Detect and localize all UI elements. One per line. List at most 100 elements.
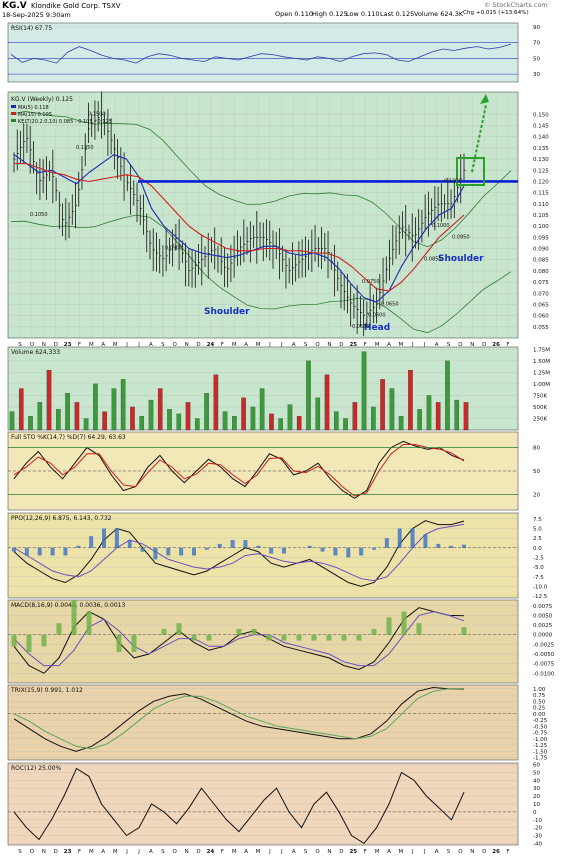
bottom-x-tick-label: A	[387, 849, 391, 855]
macd-tick-label: -0.0050	[533, 652, 555, 658]
bottom-x-tick-label: A	[292, 849, 296, 855]
price-data-label: 0.0650	[381, 301, 399, 307]
price-tick-label: 0.130	[533, 157, 549, 163]
ppo-tick-label: -7.5	[533, 575, 544, 581]
price-legend-label: MA(15) 0.105	[18, 112, 52, 118]
roc-tick-label: 10	[533, 802, 540, 808]
volume-bar	[389, 388, 395, 431]
volume-tick-label: 1.00M	[533, 382, 550, 388]
ppo-histogram-bar	[346, 547, 351, 558]
roc-tick-label: -20	[533, 826, 542, 832]
volume-bar	[259, 388, 265, 431]
volume-tick-label: 1.25M	[533, 370, 550, 376]
volume-bar	[463, 402, 469, 431]
ppo-tick-label: -5.0	[533, 565, 544, 571]
price-data-label: 0.1050	[30, 212, 48, 218]
volume-bar	[204, 393, 209, 431]
macd-tick-label: -0.0025	[533, 642, 555, 648]
roc-tick-label: 0	[533, 810, 537, 816]
ppo-histogram-bar	[63, 547, 68, 556]
volume-bar	[167, 409, 172, 431]
ppo-histogram-bar	[50, 547, 55, 556]
bottom-x-tick-label: M	[399, 849, 404, 855]
volume-bar	[343, 418, 348, 431]
bottom-x-tick-label: O	[30, 849, 35, 855]
bottom-x-tick-label: J	[137, 849, 140, 855]
bottom-x-tick-label: S	[161, 849, 165, 855]
macd-histogram-bar	[296, 634, 302, 641]
ppo-histogram-bar	[423, 534, 428, 548]
bottom-x-tick-label: A	[244, 849, 248, 855]
ppo-histogram-bar	[37, 547, 42, 556]
price-tick-label: 0.150	[533, 112, 549, 118]
rsi-tick-label: 30	[533, 72, 540, 78]
volume-tick-label: 500K	[533, 405, 547, 411]
volume-tick-label: 1.75M	[533, 347, 550, 353]
price-legend-swatch	[11, 105, 16, 108]
bottom-x-tick-label: M	[89, 849, 94, 855]
bottom-x-tick-label: A	[101, 849, 105, 855]
macd-histogram-bar	[401, 611, 407, 635]
ppo-histogram-bar	[204, 547, 209, 550]
bottom-x-tick-label: D	[54, 849, 58, 855]
volume-bar	[9, 411, 15, 431]
bottom-x-tick-label: J	[280, 849, 283, 855]
roc-tick-label: -30	[533, 834, 542, 840]
annotation-shoulder-right: Shoulder	[438, 254, 484, 264]
volume-bar	[111, 388, 117, 431]
macd-histogram-bar	[311, 634, 317, 641]
ppo-histogram-bar	[24, 547, 29, 556]
ppo-tick-label: -2.5	[533, 555, 544, 561]
volume-tick-label: 250K	[533, 416, 547, 422]
bottom-x-tick-label: J	[423, 849, 426, 855]
ppo-histogram-bar	[127, 540, 132, 548]
ppo-tick-label: -10.0	[533, 584, 548, 590]
price-tick-label: 0.135	[533, 146, 549, 152]
price-data-label: 0.0750	[362, 279, 380, 285]
volume-bar	[352, 402, 358, 431]
bottom-x-tick-label: 24	[207, 849, 215, 855]
volume-bar	[333, 411, 339, 431]
volume-bar	[315, 397, 321, 431]
volume-bar	[176, 413, 182, 431]
price-tick-label: 0.125	[533, 168, 549, 174]
ppo-histogram-bar	[256, 545, 261, 548]
bottom-x-tick-label: N	[327, 849, 331, 855]
price-tick-label: 0.090	[533, 247, 549, 253]
bottom-x-tick-label: S	[18, 849, 22, 855]
volume-bar	[93, 383, 98, 431]
volume-bar	[306, 360, 311, 431]
macd-histogram-bar	[461, 627, 467, 635]
ppo-histogram-bar	[12, 547, 16, 552]
ppo-histogram-bar	[114, 528, 119, 548]
volume-bar	[454, 399, 460, 431]
macd-histogram-bar	[356, 634, 362, 641]
bottom-x-tick-label: D	[482, 849, 486, 855]
macd-histogram-bar	[116, 634, 122, 653]
volume-bar	[371, 406, 376, 431]
volume-title: Volume 624,333	[11, 349, 60, 356]
macd-histogram-bar	[11, 634, 17, 647]
bottom-x-tick-label: J	[125, 849, 128, 855]
ppo-histogram-bar	[102, 528, 106, 548]
macd-histogram-bar	[251, 628, 257, 635]
ppo-histogram-bar	[217, 543, 222, 548]
ppo-histogram-bar	[307, 545, 312, 548]
bottom-x-tick-label: M	[113, 849, 118, 855]
bottom-x-tick-label: J	[411, 849, 414, 855]
stochastic-tick-label: 80	[533, 446, 540, 452]
volume-bar	[250, 406, 256, 431]
bottom-x-tick-label: N	[185, 849, 189, 855]
ppo-histogram-bar	[153, 547, 158, 560]
volume-bar	[445, 360, 450, 431]
bottom-x-tick-label: 26	[492, 849, 500, 855]
volume-bar	[296, 416, 302, 431]
price-tick-label: 0.075	[533, 280, 549, 286]
macd-histogram-bar	[236, 628, 242, 635]
bottom-x-tick-label: F	[78, 849, 81, 855]
volume-bar	[222, 411, 228, 431]
volume-bar	[417, 409, 422, 431]
volume-bar	[102, 411, 107, 431]
stochastic-tick-label: 50	[533, 469, 540, 475]
macd-histogram-bar	[161, 628, 167, 635]
